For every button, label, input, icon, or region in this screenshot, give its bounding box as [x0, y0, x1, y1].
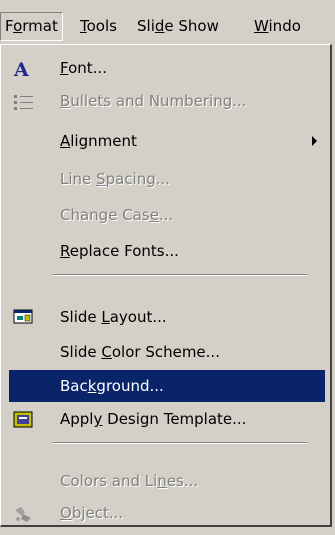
design-template-icon — [13, 409, 35, 429]
menu-item-label: Apply Design Template... — [60, 410, 247, 428]
menu-item-replace-fonts[interactable]: Replace Fonts... — [5, 235, 325, 267]
bullets-icon — [13, 91, 35, 111]
menu-item-label: Colors and Lines... — [60, 472, 199, 490]
menu-item-apply-design-template[interactable]: Apply Design Template... — [5, 403, 325, 435]
menu-item-font[interactable]: A Font... — [5, 52, 325, 84]
format-dropdown-menu: A Font... Bullets and Numbering... Align… — [0, 44, 332, 527]
menu-item-label: Bullets and Numbering... — [60, 92, 247, 110]
menu-item-slide-layout[interactable]: Slide Layout... — [5, 301, 325, 333]
slide-layout-icon — [13, 307, 35, 327]
menu-separator — [53, 442, 307, 444]
menu-window[interactable]: Windo — [250, 14, 305, 38]
font-a-icon: A — [13, 58, 35, 81]
menu-item-bullets-and-numbering[interactable]: Bullets and Numbering... — [5, 85, 325, 117]
menu-item-label: Line Spacing... — [60, 170, 171, 188]
menu-item-colors-and-lines[interactable]: Colors and Lines... — [5, 465, 325, 497]
menu-item-label: Object... — [60, 504, 124, 522]
svg-text:A: A — [13, 59, 29, 79]
menu-item-line-spacing[interactable]: Line Spacing... — [5, 163, 325, 195]
menu-tools[interactable]: Tools — [76, 14, 121, 38]
menu-separator — [53, 274, 307, 276]
menu-slide-show[interactable]: Slide Show — [133, 14, 223, 38]
menu-item-label: Slide Color Scheme... — [60, 343, 220, 361]
menu-item-label: Font... — [60, 59, 107, 77]
menu-bar: Format Tools Slide Show Windo — [0, 0, 335, 44]
menu-item-slide-color-scheme[interactable]: Slide Color Scheme... — [5, 336, 325, 368]
menu-item-label: Change Case... — [60, 206, 174, 224]
submenu-arrow-icon — [312, 136, 317, 146]
menu-item-label: Replace Fonts... — [60, 242, 179, 260]
menu-item-alignment[interactable]: Alignment — [5, 125, 325, 157]
menu-item-label: Alignment — [60, 132, 137, 150]
menu-item-background[interactable]: Background... — [9, 370, 325, 402]
menu-item-label: Slide Layout... — [60, 308, 167, 326]
menu-format[interactable]: Format — [0, 12, 63, 41]
menu-item-object[interactable]: Object... — [5, 497, 325, 529]
menu-item-change-case[interactable]: Change Case... — [5, 199, 325, 231]
menu-item-label: Background... — [60, 377, 164, 395]
object-icon — [13, 503, 35, 523]
